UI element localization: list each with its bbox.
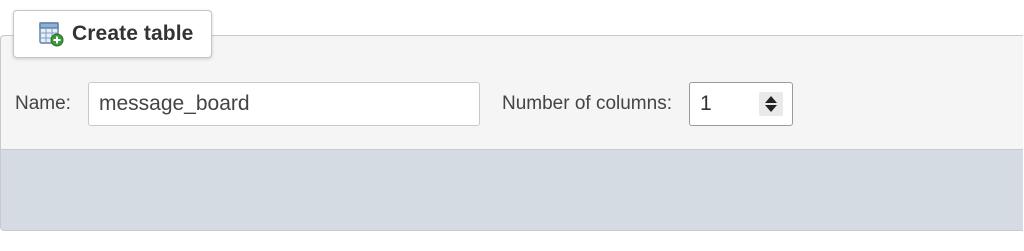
- create-table-icon: [38, 21, 64, 47]
- fieldset-footer: [1, 149, 1023, 230]
- table-name-input[interactable]: [87, 82, 480, 126]
- create-table-page: Name: Number of columns: 1: [0, 0, 1024, 251]
- create-table-form-row: Name: Number of columns: 1: [1, 82, 793, 126]
- increment-arrow-icon[interactable]: [764, 96, 777, 103]
- create-table-fieldset: Name: Number of columns: 1: [0, 35, 1023, 231]
- create-table-legend: Create table: [13, 10, 213, 58]
- number-of-columns-label: Number of columns:: [501, 93, 672, 114]
- spinner-arrows-icon[interactable]: [758, 92, 783, 116]
- number-of-columns-value[interactable]: 1: [700, 92, 712, 116]
- name-label: Name:: [15, 93, 71, 114]
- number-of-columns-stepper[interactable]: 1: [688, 82, 793, 126]
- create-table-title: Create table: [72, 22, 194, 45]
- decrement-arrow-icon[interactable]: [764, 105, 777, 112]
